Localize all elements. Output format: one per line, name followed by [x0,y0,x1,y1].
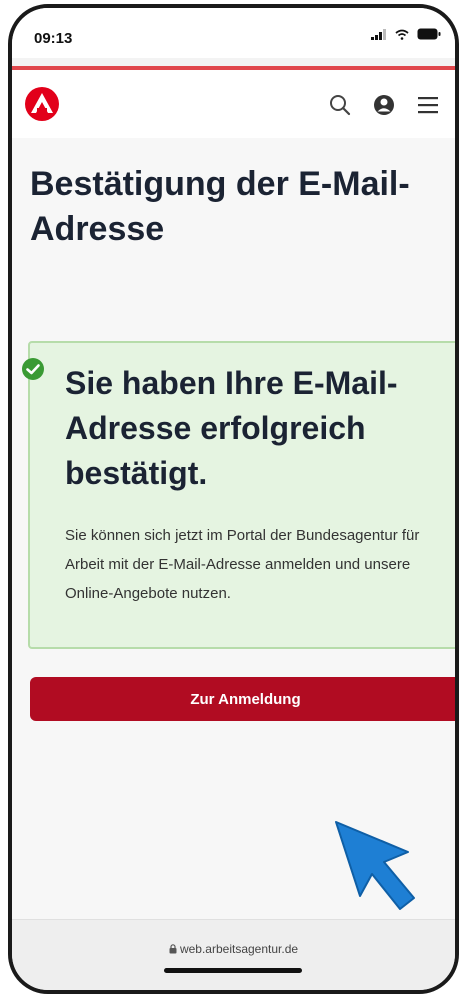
check-circle-icon [22,358,44,380]
menu-icon[interactable] [417,95,439,115]
page-title: Bestätigung der E-Mail-Adresse [30,165,410,248]
search-icon[interactable] [329,94,351,116]
account-icon[interactable] [373,94,395,116]
status-bar: 09:13 [12,8,455,58]
home-indicator[interactable] [164,968,302,973]
lock-icon [169,944,177,954]
battery-icon [417,28,441,40]
success-description: Sie können sich jetzt im Portal der Bund… [65,527,420,602]
app-header [12,70,455,138]
signal-icon [371,28,386,40]
login-button[interactable]: Zur Anmeldung [30,677,455,721]
status-time: 09:13 [34,30,73,47]
arbeitsagentur-logo-icon[interactable] [24,86,60,122]
success-title: Sie haben Ihre E-Mail-Adresse erfolgreic… [65,365,398,491]
wifi-icon [395,29,409,40]
url-text: web.arbeitsagentur.de [179,942,299,956]
browser-url-bar: web.arbeitsagentur.de [12,919,455,990]
url-display[interactable]: web.arbeitsagentur.de [12,942,455,956]
pointer-cursor-icon [335,821,415,910]
main-content: Bestätigung der E-Mail-Adresse Sie haben… [12,138,455,928]
success-message-box: Sie haben Ihre E-Mail-Adresse erfolgreic… [28,341,455,649]
status-icons [371,28,441,40]
phone-frame: 09:13 Bestätigung der E-Mail-Adresse Sie… [8,4,459,994]
header-actions [329,94,439,116]
